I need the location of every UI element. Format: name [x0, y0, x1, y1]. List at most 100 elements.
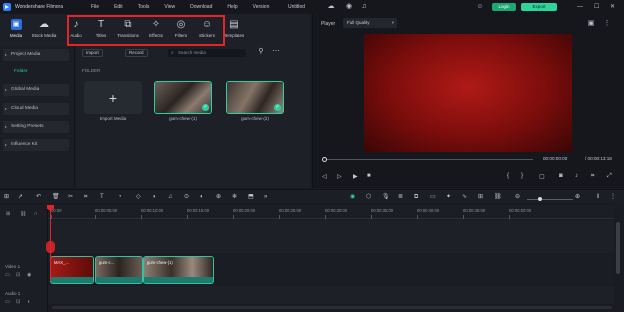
folder-icon[interactable]: ▭ — [5, 299, 10, 305]
video-preview[interactable] — [364, 34, 572, 152]
grid-icon[interactable]: ⊞ — [478, 193, 483, 201]
camera-icon[interactable]: ◙ — [559, 173, 563, 179]
shield-icon[interactable]: ⬡ — [366, 193, 371, 201]
mark-out-icon[interactable]: } — [521, 173, 523, 179]
audio-wave-icon[interactable]: ∿ — [462, 193, 467, 201]
record-dropdown[interactable]: Record — [125, 49, 148, 57]
sidebar-item-project-media[interactable]: Project Media — [3, 49, 69, 61]
sidebar-item-cloud-media[interactable]: Cloud Media — [3, 103, 69, 115]
prev-frame-icon[interactable]: ◁ — [322, 173, 327, 180]
maximize-icon[interactable]: ☐ — [594, 3, 599, 11]
tracks-icon[interactable]: ≣ — [398, 193, 403, 201]
menu-tools[interactable]: Tools — [138, 4, 150, 10]
step-back-icon[interactable]: ▷ — [337, 173, 342, 180]
undo-icon[interactable]: ↶ — [36, 193, 41, 201]
delete-icon[interactable]: 🗑 — [52, 193, 60, 201]
layout-icon[interactable]: ⊞ — [4, 193, 9, 201]
timeline-clip[interactable]: gum-c... — [95, 256, 143, 284]
sidebar-item-folder[interactable]: Folder — [14, 69, 28, 74]
menu-download[interactable]: Download — [190, 4, 212, 10]
menu-view[interactable]: View — [164, 4, 175, 10]
login-button[interactable]: Login — [492, 3, 516, 11]
vertical-scrollbar[interactable] — [616, 222, 620, 274]
marker-icon[interactable]: ▭ — [430, 193, 436, 201]
speed-icon[interactable]: ◔ — [118, 193, 122, 201]
zoom-out-icon[interactable]: ⊖ — [515, 193, 520, 201]
mark-in-icon[interactable]: { — [507, 173, 509, 179]
panel-toggle-icon[interactable]: ‖ — [597, 193, 599, 201]
stabilize-icon[interactable]: ⊕ — [216, 193, 221, 201]
link-icon[interactable]: ⛓ — [494, 193, 502, 201]
more-icon[interactable]: ⋯ — [272, 48, 280, 56]
more-icon[interactable]: » — [264, 193, 267, 201]
zoom-slider-handle[interactable] — [538, 197, 542, 201]
sidebar-item-setting-presets[interactable]: Setting Presets — [3, 121, 69, 133]
menu-edit[interactable]: Edit — [114, 4, 123, 10]
volume-icon[interactable]: ♪ — [575, 173, 578, 179]
mic-icon[interactable]: 🎙 — [382, 193, 390, 201]
lock-icon[interactable]: ⊡ — [16, 272, 20, 278]
add-track-icon[interactable]: ⊞ — [6, 211, 10, 217]
snap-icon[interactable]: ⧉ — [414, 193, 418, 201]
zoom-in-icon[interactable]: ⊕ — [575, 193, 580, 201]
horizontal-scrollbar[interactable] — [52, 306, 612, 309]
close-icon[interactable]: ✕ — [610, 3, 615, 11]
crop-icon[interactable]: ⌗ — [84, 193, 87, 201]
color-icon[interactable]: ◑ — [152, 193, 156, 201]
mic-icon[interactable]: ◉ — [345, 3, 353, 11]
bell-icon[interactable]: ♫ — [360, 3, 368, 11]
link-icon[interactable]: ⛓ — [20, 211, 26, 217]
text-icon[interactable]: T — [100, 193, 104, 201]
crop-icon[interactable]: ⌗ — [591, 173, 594, 180]
media-thumbnail[interactable]: ✓ — [226, 81, 284, 114]
motion-icon[interactable]: ⊙ — [184, 193, 189, 201]
ai-icon[interactable]: ✦ — [446, 193, 451, 201]
more-icon[interactable]: ⋮ — [603, 20, 611, 28]
render-icon[interactable]: ◉ — [350, 193, 355, 201]
export-button[interactable]: Export — [521, 3, 557, 11]
zoom-slider[interactable] — [527, 199, 573, 200]
freeze-icon[interactable]: ❄ — [232, 193, 237, 201]
import-dropdown[interactable]: Import — [82, 49, 103, 57]
menu-help[interactable]: Help — [227, 4, 237, 10]
magnet-icon[interactable]: ∩ — [34, 211, 38, 217]
play-icon[interactable]: ▶ — [353, 173, 358, 180]
fullscreen-icon[interactable]: ▢ — [539, 173, 545, 180]
filter-funnel-icon[interactable]: ⚲ — [257, 48, 265, 56]
timeline-ruler[interactable]: 00:00 00:00:05:00 00:00:10:00 00:00:15:0… — [48, 205, 614, 219]
collapse-icon[interactable]: ⋮ — [610, 193, 616, 201]
cloud-icon[interactable]: ☁ — [327, 3, 335, 11]
speaker-icon[interactable]: ◖ — [27, 299, 30, 305]
playhead-marker[interactable] — [46, 241, 55, 253]
audio-track-lane[interactable] — [48, 286, 614, 304]
export-frame-icon[interactable]: ⬒ — [248, 193, 254, 201]
empty-track-lane[interactable] — [48, 220, 614, 253]
search-input[interactable]: Search media — [168, 49, 246, 57]
media-thumbnail[interactable]: ✓ — [154, 81, 212, 114]
sidebar-item-influence-kit[interactable]: Influence Kit — [3, 139, 69, 151]
playback-scrubber[interactable] — [323, 159, 533, 160]
snapshot-icon[interactable]: ▣ — [587, 20, 595, 28]
lock-icon[interactable]: ⊡ — [16, 299, 20, 305]
mask-icon[interactable]: ◐ — [200, 193, 204, 201]
tab-stock-media[interactable]: ☁ Stock Media — [30, 17, 58, 43]
audio-icon[interactable]: ♫ — [168, 193, 173, 201]
folder-icon[interactable]: ▭ — [5, 272, 10, 278]
scrubber-handle[interactable] — [322, 157, 327, 162]
menu-file[interactable]: File — [91, 4, 99, 10]
keyframe-icon[interactable]: ◇ — [136, 193, 141, 201]
timeline-clip[interactable]: gum-chew-(1) — [143, 256, 214, 284]
select-tool-icon[interactable]: ➚ — [18, 193, 23, 201]
eye-icon[interactable]: ◉ — [27, 272, 31, 278]
minimize-icon[interactable]: — — [577, 3, 583, 11]
timeline-clip[interactable]: MAX_... — [50, 256, 94, 284]
expand-icon[interactable]: ⤢ — [607, 173, 612, 180]
quality-dropdown[interactable]: Full Quality — [343, 18, 397, 28]
sidebar-item-global-media[interactable]: Global Media — [3, 84, 69, 96]
tab-media[interactable]: ▣ Media — [2, 17, 30, 43]
split-icon[interactable]: ✂ — [68, 193, 73, 201]
stop-icon[interactable]: ■ — [367, 173, 371, 179]
menu-version[interactable]: Version — [253, 4, 270, 10]
user-icon[interactable]: ☺ — [476, 3, 484, 11]
import-media-tile[interactable]: + — [84, 81, 142, 114]
